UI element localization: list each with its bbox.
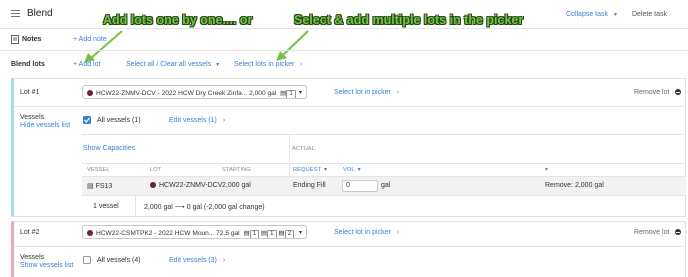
wine-color-dot <box>87 230 93 236</box>
vessel-count-badge: 2 <box>284 230 294 238</box>
column-header-vol[interactable]: VOL ▾ <box>343 167 361 173</box>
annotation-right: Select & add multiple lots in the picker <box>294 13 524 27</box>
chevron-right-icon: › <box>396 229 400 236</box>
chevron-right-icon: › <box>300 61 303 68</box>
edit-vessels-button-1[interactable]: Edit vessels (1) › <box>169 117 225 124</box>
chevron-down-icon: ▾ <box>324 167 327 173</box>
vessel-count-badge: 1 <box>267 230 277 238</box>
lot-1-select[interactable]: HCW22-ZNMV-DCV - 2022 HCW Dry Creek Zinf… <box>82 85 307 99</box>
collapse-task-button[interactable]: Collapse task ▾ <box>566 11 617 18</box>
hamburger-icon[interactable] <box>11 10 20 19</box>
column-header-vessel: VESSEL <box>87 167 110 173</box>
edit-vessels-label: Edit vessels (3) <box>169 257 217 264</box>
lot-2-select-text: HCW22-CSMTPK2 - 2022 HCW Moun... 72.5 ga… <box>96 230 240 237</box>
chevron-right-icon: › <box>222 117 226 124</box>
tote-icon: ▤ <box>278 230 285 237</box>
chevron-down-icon: ▾ <box>298 90 302 96</box>
all-vessels-label: All vessels (1) <box>97 117 141 124</box>
add-note-button[interactable]: + Add note <box>73 36 107 43</box>
chevron-right-icon: › <box>396 89 400 96</box>
lot-1-picker-label: Select lot in picker <box>334 89 391 96</box>
show-capacities-link[interactable]: Show Capacities <box>83 145 135 152</box>
chevron-down-icon[interactable]: ▾ <box>545 167 548 173</box>
vessel-count-badge: 1 <box>249 230 260 238</box>
column-header-request[interactable]: REQUEST ▾ <box>293 167 327 173</box>
lot-1-picker-button[interactable]: Select lot in picker › <box>334 89 399 96</box>
lot-1-remove-button[interactable]: Remove lot <box>634 89 682 96</box>
note-icon <box>11 35 19 46</box>
all-vessels-checkbox[interactable] <box>83 116 91 124</box>
lot-2-vessels-label: Vessels <box>20 254 45 261</box>
vol-unit: gal <box>381 182 391 189</box>
lot-2-picker-button[interactable]: Select lot in picker › <box>334 229 399 236</box>
annotation-arrow-right <box>276 30 309 61</box>
column-header-lot: LOT <box>150 167 162 173</box>
divider <box>82 163 686 164</box>
add-lot-button[interactable]: + Add lot <box>73 61 100 68</box>
lot-2-label: Lot #2 <box>20 229 40 236</box>
lot-1-label: Lot #1 <box>20 89 40 96</box>
row-starting: 2,000 gal <box>222 182 251 189</box>
lot-2-remove-button[interactable]: Remove lot <box>634 229 682 236</box>
chevron-down-icon: ▾ <box>357 167 361 173</box>
wine-color-dot <box>150 182 156 188</box>
tank-icon: ▤ <box>243 230 250 237</box>
hide-vessels-list-link[interactable]: Hide vessels list <box>20 122 70 129</box>
notes-label: Notes <box>22 36 42 43</box>
show-vessels-list-link[interactable]: Show vessels list <box>20 262 73 269</box>
row-request[interactable]: Ending Fill <box>293 182 326 189</box>
select-lots-picker-label: Select lots in picker <box>234 61 295 68</box>
lot-2-remove-label: Remove lot <box>634 229 670 236</box>
actual-header: ACTUAL <box>292 146 315 152</box>
vol-input[interactable]: 0 <box>342 180 378 192</box>
lot-1-remove-label: Remove lot <box>634 89 670 96</box>
vessel-count-badge: 1 <box>286 90 296 98</box>
tank-icon: ▤ <box>87 183 94 190</box>
lot-2-picker-label: Select lot in picker <box>334 229 391 236</box>
all-vessels-label: All vessels (4) <box>97 257 141 264</box>
edit-vessels-button-2[interactable]: Edit vessels (3) › <box>169 257 225 264</box>
chevron-right-icon: › <box>222 257 226 264</box>
chevron-down-icon: ▾ <box>613 12 617 18</box>
column-divider <box>135 196 136 217</box>
blend-lots-label: Blend lots <box>11 61 45 68</box>
remove-icon <box>675 89 682 95</box>
row-vessel: ▤ FS13 <box>87 182 112 190</box>
divider <box>14 246 686 247</box>
remove-icon <box>675 229 682 235</box>
request-header-label: REQUEST <box>293 167 322 173</box>
vessel-count: 1 vessel <box>93 203 119 210</box>
page-title: Blend <box>27 8 53 19</box>
chevron-down-icon: ▾ <box>298 229 302 236</box>
delete-task-button[interactable]: Delete task <box>632 11 667 18</box>
lot-1-select-text: HCW22-ZNMV-DCV - 2022 HCW Dry Creek Zinf… <box>96 90 277 97</box>
annotation-left: Add lots one by one.... or <box>103 13 253 27</box>
lot-1-vessels-label: Vessels <box>20 114 45 121</box>
column-header-starting: STARTING <box>222 167 251 173</box>
volume-change: 2,000 gal ⟶ 0 gal (-2,000 gal change) <box>144 204 265 211</box>
divider <box>82 134 686 135</box>
row-remove-amount: Remove: 2,000 gal <box>545 182 604 189</box>
select-lots-picker-button[interactable]: Select lots in picker › <box>234 61 303 68</box>
all-vessels-checkbox[interactable] <box>83 256 91 264</box>
row-lot-code: HCW22-ZNMV-DCV <box>159 182 223 189</box>
row-vessel-name: FS13 <box>95 183 113 190</box>
divider <box>0 50 688 51</box>
lot-2-select[interactable]: HCW22-CSMTPK2 - 2022 HCW Moun... 72.5 ga… <box>82 225 307 239</box>
collapse-task-label: Collapse task <box>566 11 609 18</box>
select-all-vessels-button[interactable]: Select all / Clear all vessels ▾ <box>126 61 219 68</box>
edit-vessels-label: Edit vessels (1) <box>169 117 217 124</box>
select-all-label: Select all / Clear all vessels <box>126 61 212 68</box>
row-lot: HCW22-ZNMV-DCV <box>150 182 222 189</box>
annotation-arrow-left <box>84 30 123 63</box>
checkbox-icon <box>84 117 90 123</box>
chevron-down-icon: ▾ <box>216 62 220 68</box>
vol-header-label: VOL <box>343 167 355 173</box>
divider <box>14 106 686 107</box>
wine-color-dot <box>87 90 93 96</box>
